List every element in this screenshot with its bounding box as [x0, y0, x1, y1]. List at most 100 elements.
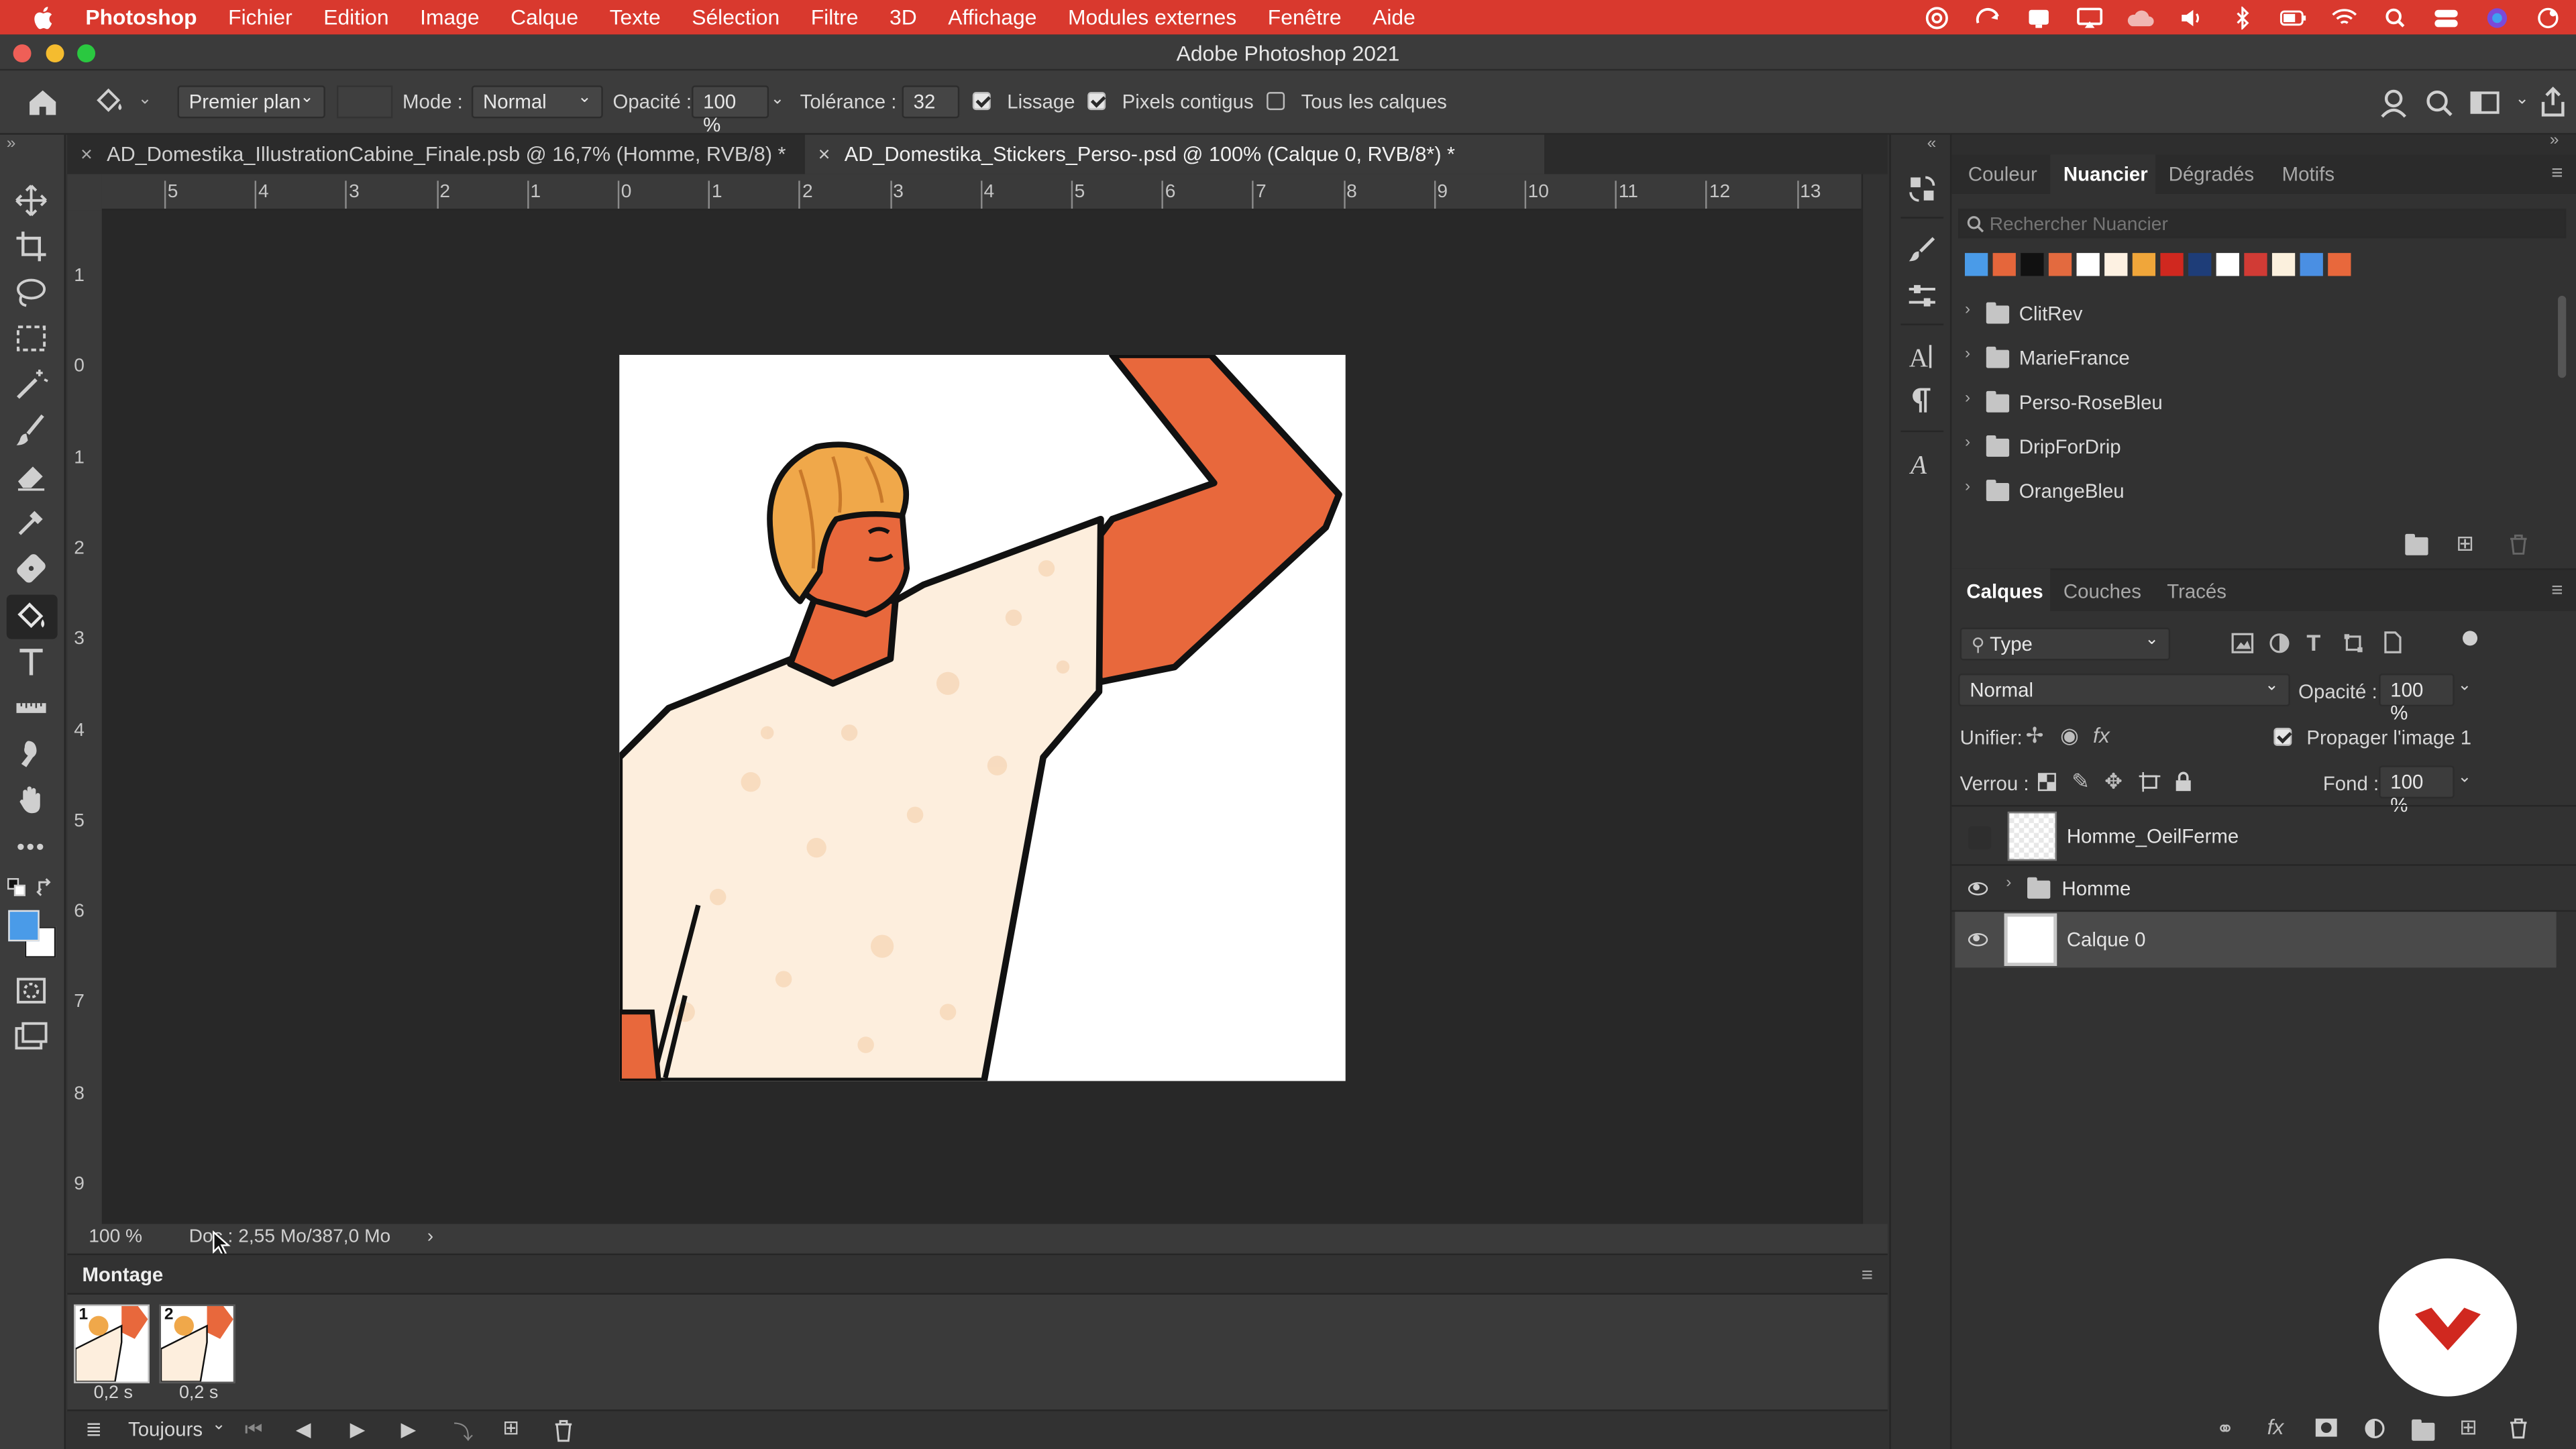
timeline-menu-icon[interactable]: ≡ [1862, 1263, 1873, 1286]
chevron-right-icon[interactable]: › [2006, 874, 2011, 892]
menu-3d[interactable]: 3D [890, 5, 917, 30]
delete-swatch-icon[interactable] [2509, 534, 2528, 555]
swatch-color[interactable] [2271, 253, 2296, 276]
menu-texte[interactable]: Texte [610, 5, 661, 30]
layer-name[interactable]: Homme [2061, 877, 2131, 900]
swatch-color[interactable] [2104, 253, 2128, 276]
lock-position-icon[interactable]: ✥ [2104, 769, 2123, 794]
swatch-color[interactable] [1992, 253, 2016, 276]
eyedropper-tool-icon[interactable] [13, 504, 50, 541]
swatch-color[interactable] [2244, 253, 2267, 276]
first-frame-icon[interactable]: ⏮ [245, 1417, 262, 1442]
next-frame-icon[interactable]: ▶︎ [401, 1417, 417, 1440]
layer-row-homme[interactable]: › Homme [1955, 866, 2556, 910]
menu-modules-externes[interactable]: Modules externes [1068, 5, 1236, 30]
ruler-origin[interactable] [67, 174, 102, 211]
volume-icon[interactable] [2177, 6, 2206, 29]
filter-adjustment-icon[interactable] [2269, 633, 2290, 654]
layer-row-homme-oeilferme[interactable]: Homme_OeilFerme [1955, 808, 2556, 864]
layer-name[interactable]: Homme_OeilFerme [2067, 824, 2239, 847]
swatch-color[interactable] [2048, 253, 2072, 276]
menu-edition[interactable]: Edition [323, 5, 388, 30]
close-tab-icon[interactable]: × [80, 143, 93, 166]
add-mask-icon[interactable] [2315, 1417, 2338, 1437]
ruler-horizontal[interactable]: 5 4 3 2 1 0 1 2 3 4 5 6 7 8 9 10 11 12 13 [101, 174, 1862, 211]
wifi-icon[interactable] [2330, 6, 2359, 29]
layer-name[interactable]: Calque 0 [2067, 928, 2146, 951]
tab-motifs[interactable]: Motifs [2282, 162, 2334, 185]
swatches-menu-icon[interactable]: ≡ [2551, 161, 2563, 184]
swatch-color[interactable] [1964, 253, 1988, 276]
sync-icon[interactable] [1973, 6, 2002, 29]
brush-tool-icon[interactable] [13, 413, 50, 449]
chevron-right-icon[interactable]: › [1965, 301, 1970, 319]
eraser-tool-icon[interactable] [13, 458, 50, 494]
opacity-input[interactable]: 100 % [692, 85, 769, 136]
tab-couches[interactable]: Couches [2063, 580, 2141, 602]
home-icon[interactable] [25, 85, 61, 118]
close-tab-icon[interactable]: × [818, 143, 830, 166]
zoom-level[interactable]: 100 % [89, 1227, 142, 1246]
hand-tool-icon[interactable] [13, 782, 50, 818]
swatch-color[interactable] [2160, 253, 2184, 276]
creative-cloud-icon[interactable] [1922, 6, 1951, 29]
type-tool-icon[interactable] [13, 644, 50, 680]
layer-filter-select[interactable]: ⚲ Type ⌄ [1960, 627, 2171, 661]
layer-opacity-input[interactable]: 100 % [2379, 674, 2455, 724]
vertical-scrollbar[interactable] [1861, 174, 1888, 1224]
frame-2-delay[interactable]: 0,2 s [179, 1383, 218, 1403]
swatch-color[interactable] [2021, 253, 2044, 276]
all-layers-checkbox[interactable] [1267, 92, 1285, 111]
foreground-color-swatch[interactable] [8, 910, 40, 942]
new-layer-icon[interactable]: ⊞ [2459, 1415, 2477, 1439]
menu-fichier[interactable]: Fichier [228, 5, 292, 30]
lock-artboard-icon[interactable] [2139, 772, 2161, 792]
fill-chevron-icon[interactable]: ⌄ [2458, 769, 2472, 787]
delete-layer-icon[interactable] [2509, 1417, 2528, 1439]
swatches-search-field[interactable] [1958, 209, 2567, 239]
layer-opacity-chevron-icon[interactable]: ⌄ [2458, 677, 2472, 695]
blend-mode-select[interactable]: Normal ⌄ [1958, 674, 2290, 707]
more-tools-icon[interactable]: ••• [13, 828, 50, 864]
new-group-icon[interactable] [2405, 533, 2428, 555]
ruler-tool-icon[interactable] [13, 690, 50, 727]
paragraph-icon[interactable] [1906, 384, 1939, 417]
ruler-vertical[interactable]: 1 0 1 2 3 4 5 6 7 8 9 [67, 210, 102, 1224]
tab-traces[interactable]: Tracés [2167, 580, 2226, 602]
control-center-icon[interactable] [2431, 6, 2461, 29]
filter-smart-object-icon[interactable] [2382, 631, 2402, 653]
adjustments-icon[interactable] [1906, 279, 1939, 312]
quick-mask-icon[interactable] [13, 973, 50, 1009]
tween-icon[interactable]: ⤵ [453, 1417, 473, 1446]
lock-pixels-icon[interactable]: ✎ [2072, 769, 2090, 794]
loop-select[interactable]: Toujours [128, 1417, 203, 1440]
swatch-group-mariefrance[interactable]: › MarieFrance [1958, 335, 2550, 380]
swatch-color[interactable] [2216, 253, 2239, 276]
menu-calque[interactable]: Calque [511, 5, 578, 30]
eye-icon[interactable] [1968, 882, 1988, 896]
filter-shape-icon[interactable] [2343, 633, 2364, 654]
workspace-icon[interactable] [2469, 91, 2502, 117]
collapse-tools-icon[interactable]: » [7, 135, 16, 153]
opacity-chevron-icon[interactable]: ⌄ [771, 91, 785, 109]
crop-tool-icon[interactable] [13, 228, 50, 264]
document-canvas[interactable] [619, 354, 1346, 1081]
swatch-color[interactable] [2132, 253, 2156, 276]
paint-bucket-tool-icon[interactable] [13, 598, 50, 634]
share-export-icon[interactable] [2538, 85, 2568, 118]
share-people-icon[interactable] [2379, 87, 2412, 120]
swatch-color[interactable] [2300, 253, 2323, 276]
swatch-color[interactable] [2328, 253, 2351, 276]
move-tool-icon[interactable] [13, 182, 50, 219]
eye-icon[interactable] [1968, 933, 1988, 947]
smudge-tool-icon[interactable] [13, 736, 50, 772]
notification-icon[interactable] [2024, 6, 2053, 29]
unify-visibility-icon[interactable]: ◉ [2060, 724, 2079, 747]
contiguous-checkbox[interactable] [1087, 92, 1106, 111]
duplicate-frame-icon[interactable]: ⊞ [502, 1416, 519, 1439]
swatch-color[interactable] [2188, 253, 2212, 276]
healing-brush-tool-icon[interactable] [13, 550, 50, 586]
visibility-toggle-off[interactable] [1968, 826, 1992, 850]
history-icon[interactable] [1906, 172, 1939, 205]
tab-calques[interactable]: Calques [1966, 580, 2043, 602]
